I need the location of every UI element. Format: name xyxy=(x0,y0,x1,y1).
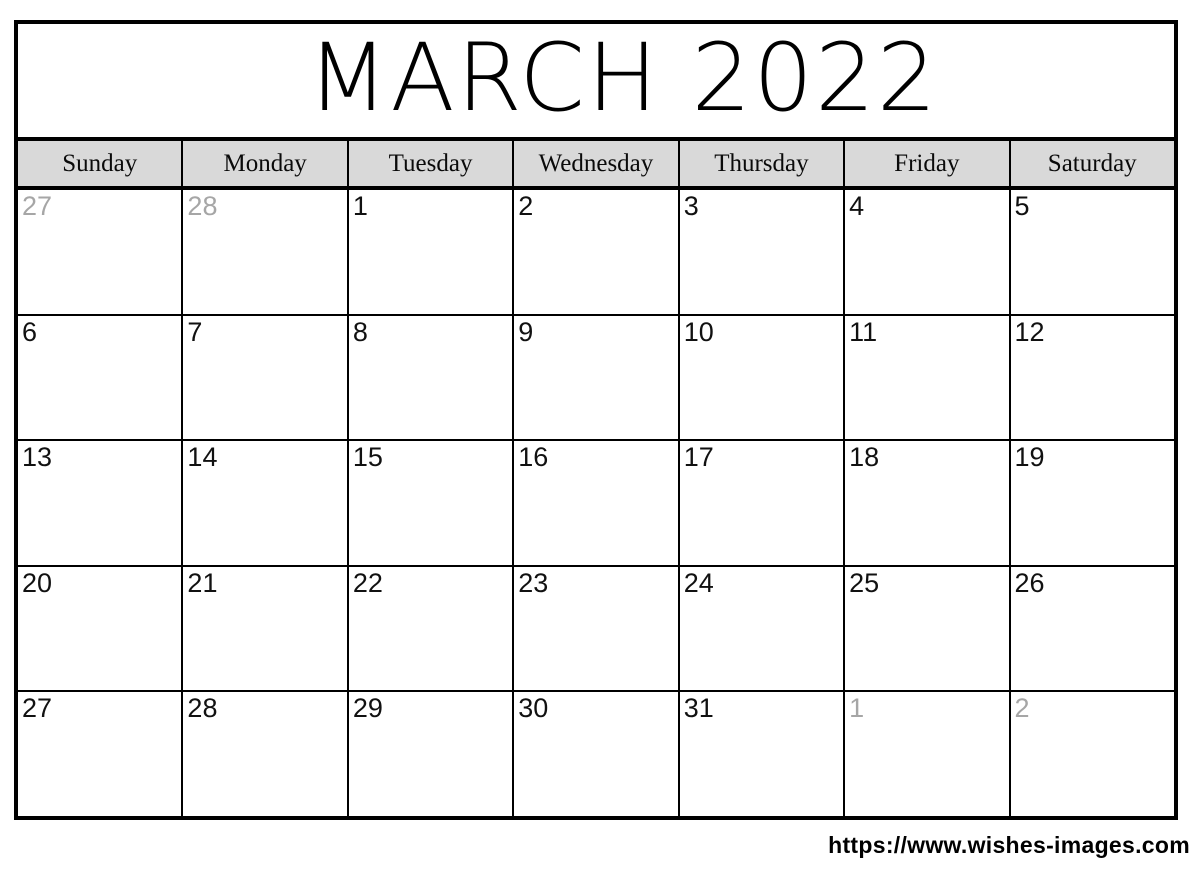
day-cell[interactable]: 2 xyxy=(1010,692,1174,816)
day-cell[interactable]: 26 xyxy=(1010,566,1174,691)
day-number: 7 xyxy=(187,316,203,347)
day-number: 10 xyxy=(683,316,714,347)
calendar-page: MARCH 2022 Sunday Monday Tuesday Wednesday T… xyxy=(0,0,1202,869)
day-number: 16 xyxy=(518,442,549,473)
day-number: 15 xyxy=(352,442,383,473)
day-cell[interactable]: 21 xyxy=(183,566,349,691)
adjacent-month-day-number: 27 xyxy=(22,191,53,221)
day-number: 18 xyxy=(849,442,880,473)
day-cell[interactable]: 22 xyxy=(348,566,515,691)
day-cell[interactable]: 17 xyxy=(679,441,846,565)
day-number: 13 xyxy=(22,442,53,473)
day-number: 17 xyxy=(683,442,714,473)
day-number: 21 xyxy=(187,567,218,598)
adjacent-month-day-number: 2 xyxy=(1014,693,1030,724)
month-year-title: MARCH 2022 xyxy=(307,24,939,133)
weekday-header-thursday: Thursday xyxy=(679,141,846,186)
day-cell[interactable]: 27 xyxy=(18,692,184,816)
day-number: 25 xyxy=(849,567,880,598)
day-number: 28 xyxy=(187,693,218,724)
weekday-header-tuesday: Tuesday xyxy=(348,141,515,186)
day-cell[interactable]: 10 xyxy=(679,315,846,440)
day-cell[interactable]: 31 xyxy=(679,692,846,816)
day-cell[interactable]: 28 xyxy=(183,692,349,816)
day-number: 27 xyxy=(22,693,53,724)
week-row: 20 21 22 23 24 25 26 xyxy=(18,566,1174,693)
day-cell[interactable]: 9 xyxy=(514,315,680,440)
weekday-header-saturday: Saturday xyxy=(1010,141,1174,186)
day-number: 11 xyxy=(849,316,878,347)
day-cell[interactable]: 2 xyxy=(514,190,680,314)
weekday-header-row: Sunday Monday Tuesday Wednesday Thursday Frid… xyxy=(18,141,1174,190)
day-cell[interactable]: 12 xyxy=(1010,315,1174,440)
day-cell[interactable]: 23 xyxy=(514,566,680,691)
day-number: 23 xyxy=(518,567,549,598)
day-cell[interactable]: 7 xyxy=(183,315,349,440)
day-cell[interactable]: 14 xyxy=(183,441,349,565)
day-number: 9 xyxy=(518,316,534,347)
day-number: 24 xyxy=(683,567,714,598)
weekday-header-monday: Monday xyxy=(183,141,349,186)
day-cell[interactable]: 16 xyxy=(514,441,680,565)
day-number: 29 xyxy=(352,693,383,724)
day-number: 6 xyxy=(22,316,38,347)
day-number: 2 xyxy=(518,191,534,221)
day-cell[interactable]: 19 xyxy=(1010,441,1174,565)
calendar-frame: MARCH 2022 Sunday Monday Tuesday Wednesday T… xyxy=(14,20,1178,820)
day-number: 30 xyxy=(518,693,549,724)
day-cell[interactable]: 11 xyxy=(845,315,1011,440)
week-row: 27 28 1 2 3 4 5 xyxy=(18,190,1174,316)
date-grid: 27 28 1 2 3 4 5 6 7 8 9 10 11 12 13 14 15 16 17 18 19 20 21 22 2… xyxy=(18,190,1174,816)
day-cell[interactable]: 1 xyxy=(348,190,515,314)
day-cell[interactable]: 8 xyxy=(348,315,515,440)
adjacent-month-day-number: 28 xyxy=(187,191,218,221)
day-number: 5 xyxy=(1014,191,1030,221)
day-number: 31 xyxy=(683,693,714,724)
day-number: 1 xyxy=(352,191,368,221)
day-number: 12 xyxy=(1014,316,1045,347)
day-cell[interactable]: 4 xyxy=(845,190,1011,314)
week-row: 27 28 29 30 31 1 2 xyxy=(18,692,1174,816)
week-row: 13 14 15 16 17 18 19 xyxy=(18,441,1174,567)
day-number: 22 xyxy=(352,567,383,598)
day-cell[interactable]: 5 xyxy=(1010,190,1174,314)
day-number: 20 xyxy=(22,567,53,598)
day-cell[interactable]: 3 xyxy=(679,190,846,314)
calendar-title-band: MARCH 2022 xyxy=(18,24,1174,141)
weekday-header-wednesday: Wednesday xyxy=(514,141,680,186)
week-row: 6 7 8 9 10 11 12 xyxy=(18,315,1174,442)
weekday-header-sunday: Sunday xyxy=(18,141,184,186)
day-cell[interactable]: 30 xyxy=(514,692,680,816)
day-number: 26 xyxy=(1014,567,1045,598)
day-number: 4 xyxy=(849,191,865,221)
day-cell[interactable]: 20 xyxy=(18,566,184,691)
source-url-watermark: https://www.wishes-images.com xyxy=(828,832,1190,858)
day-number: 3 xyxy=(683,191,699,221)
day-number: 8 xyxy=(352,316,368,347)
day-cell[interactable]: 18 xyxy=(845,441,1011,565)
day-cell[interactable]: 1 xyxy=(845,692,1011,816)
day-cell[interactable]: 27 xyxy=(18,190,184,314)
day-number: 19 xyxy=(1014,442,1045,473)
day-cell[interactable]: 15 xyxy=(348,441,515,565)
day-cell[interactable]: 29 xyxy=(348,692,515,816)
weekday-header-friday: Friday xyxy=(845,141,1011,186)
day-number: 14 xyxy=(187,442,218,473)
day-cell[interactable]: 25 xyxy=(845,566,1011,691)
day-cell[interactable]: 28 xyxy=(183,190,349,314)
day-cell[interactable]: 13 xyxy=(18,441,184,565)
day-cell[interactable]: 24 xyxy=(679,566,846,691)
adjacent-month-day-number: 1 xyxy=(849,693,865,724)
day-cell[interactable]: 6 xyxy=(18,315,184,440)
